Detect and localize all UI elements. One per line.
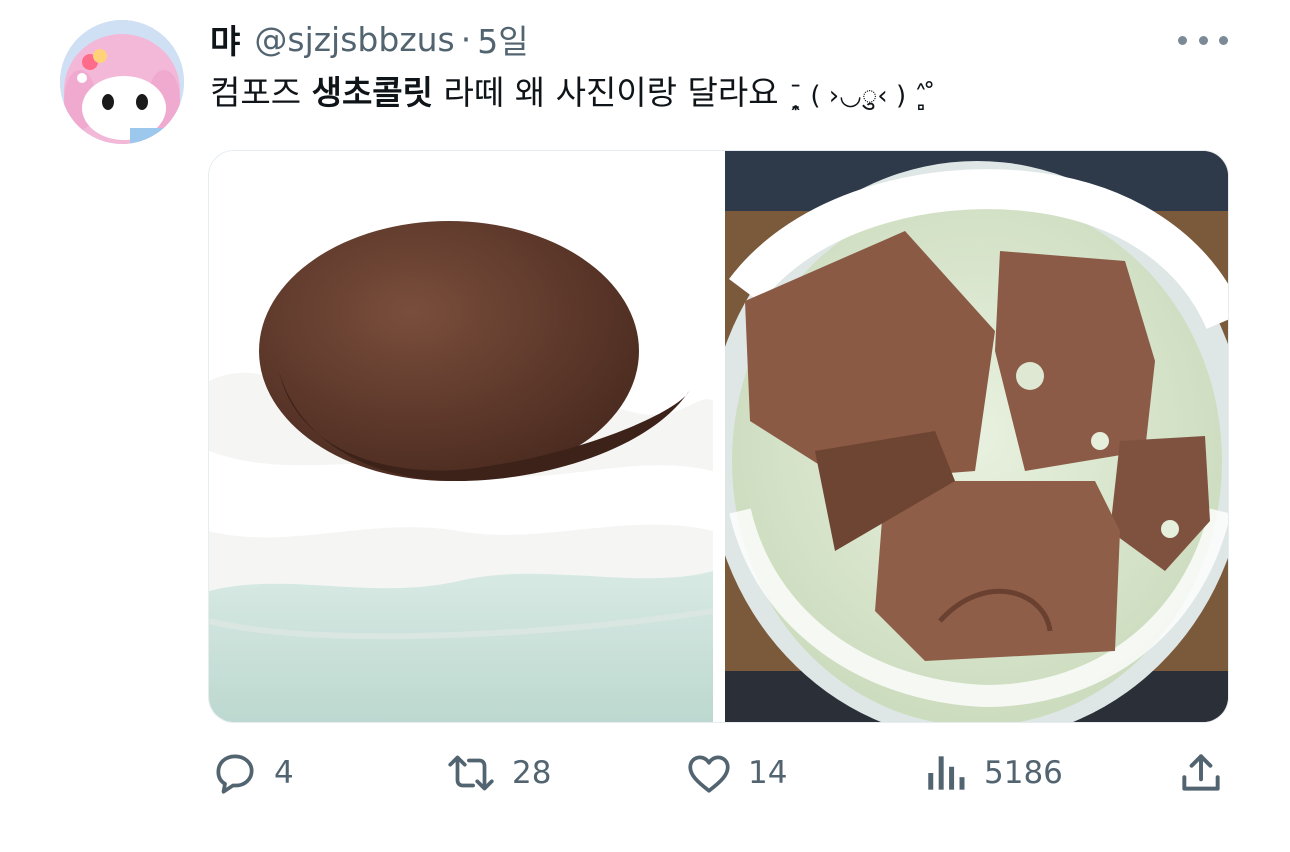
views-icon bbox=[928, 756, 965, 790]
tweet-header: 먀 @sjzjsbbzus · 5일 bbox=[210, 14, 529, 64]
like-count: 14 bbox=[748, 755, 788, 791]
views-count: 5186 bbox=[984, 755, 1063, 791]
tweet-text-bold: 생초콜릿 bbox=[311, 73, 434, 112]
tweet-actions: 4 28 14 5186 bbox=[0, 740, 1290, 810]
tweet-text: 컴포즈 생초콜릿 라떼 왜 사진이랑 달라요 ˉ̞̭ ( ›◡ु‹ ) ˄̻ ̊ bbox=[210, 70, 936, 119]
media-photo-2[interactable] bbox=[707, 151, 1228, 722]
share-button[interactable] bbox=[1176, 740, 1226, 806]
header-separator: · bbox=[460, 19, 472, 59]
tweet-text-part: 라떼 왜 사진이랑 달라요 bbox=[433, 73, 790, 112]
author-avatar[interactable] bbox=[60, 20, 184, 144]
reply-button[interactable]: 4 bbox=[210, 740, 294, 806]
media-photo-1[interactable] bbox=[209, 151, 714, 722]
tweet-media[interactable] bbox=[208, 150, 1229, 723]
actual-latte-image bbox=[707, 151, 1228, 722]
author-name[interactable]: 먀 bbox=[210, 15, 240, 63]
like-button[interactable]: 14 bbox=[684, 740, 787, 806]
more-horizontal-icon[interactable] bbox=[1178, 30, 1228, 50]
tweet-emoticon: ˉ̞̭ ( ›◡ु‹ ) ˄̻ ̊ bbox=[789, 81, 936, 111]
tweet-text-part: 컴포즈 bbox=[210, 73, 312, 112]
share-icon bbox=[1182, 754, 1220, 791]
author-handle[interactable]: @sjzjsbbzus bbox=[254, 20, 454, 59]
views-button[interactable]: 5186 bbox=[924, 740, 1063, 806]
advertised-latte-image bbox=[209, 151, 714, 722]
reply-icon bbox=[216, 754, 254, 794]
heart-icon bbox=[688, 755, 730, 793]
tweet-timestamp[interactable]: 5일 bbox=[477, 15, 528, 63]
retweet-icon bbox=[448, 755, 494, 791]
media-divider bbox=[713, 151, 725, 722]
retweet-count: 28 bbox=[512, 755, 552, 791]
retweet-button[interactable]: 28 bbox=[444, 740, 551, 806]
avatar-illustration bbox=[60, 20, 184, 144]
reply-count: 4 bbox=[274, 755, 294, 791]
